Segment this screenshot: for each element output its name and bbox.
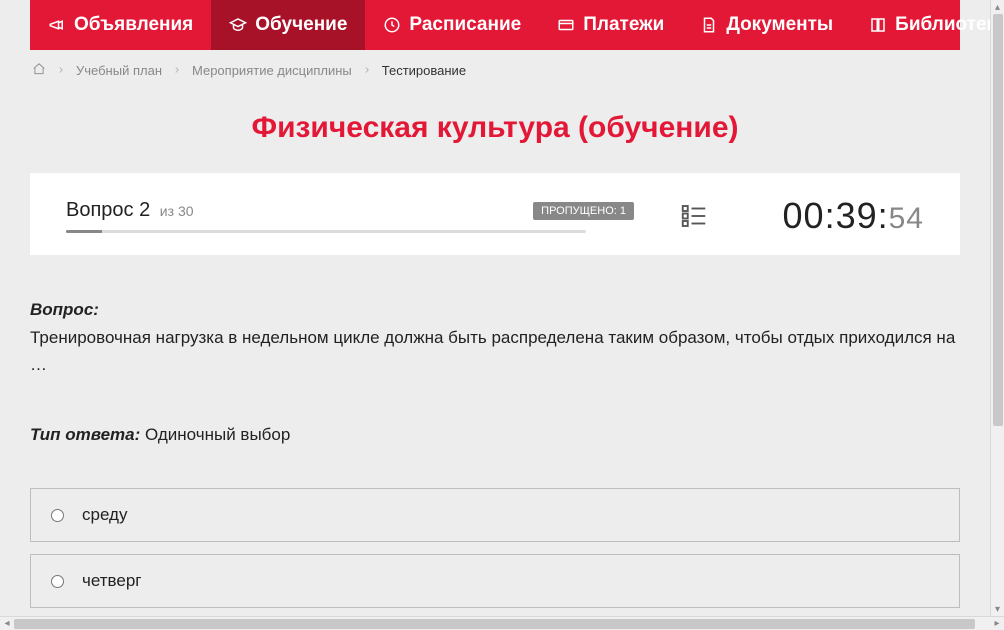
progress-bar [66, 230, 586, 233]
nav-item-education[interactable]: Обучение [211, 0, 365, 50]
megaphone-icon [48, 16, 66, 34]
main-nav: Объявления Обучение Расписание Платежи [30, 0, 960, 50]
graduation-cap-icon [229, 16, 247, 34]
answer-type-label: Тип ответа: [30, 425, 140, 444]
scroll-track[interactable] [991, 14, 1004, 602]
option-label: среду [82, 505, 127, 525]
breadcrumb-item[interactable]: Учебный план [76, 63, 162, 78]
answer-option[interactable]: четверг [30, 554, 960, 608]
scroll-thumb[interactable] [14, 619, 975, 629]
question-list-button[interactable] [674, 201, 714, 231]
nav-label: Расписание [409, 14, 521, 36]
status-panel: Вопрос 2 из 30 ПРОПУЩЕНО: 1 00 [30, 173, 960, 255]
page-title: Физическая культура (обучение) [0, 111, 990, 145]
question-body: Вопрос: Тренировочная нагрузка в недельн… [30, 297, 960, 448]
question-prompt-label: Вопрос: [30, 300, 99, 319]
radio-input[interactable] [51, 575, 64, 588]
credit-card-icon [557, 16, 575, 34]
breadcrumb: Учебный план Мероприятие дисциплины Тест… [0, 50, 990, 79]
nav-label: Библиотека [895, 14, 990, 36]
chevron-right-icon [56, 63, 66, 78]
scroll-left-arrow[interactable]: ◂ [0, 617, 14, 630]
question-progress: Вопрос 2 из 30 ПРОПУЩЕНО: 1 [66, 199, 634, 233]
scroll-down-arrow[interactable]: ▾ [991, 602, 1004, 616]
breadcrumb-item-current: Тестирование [382, 63, 466, 78]
document-icon [700, 16, 718, 34]
nav-label: Обучение [255, 14, 347, 36]
chevron-right-icon [172, 63, 182, 78]
book-icon [869, 16, 887, 34]
scroll-thumb[interactable] [993, 14, 1003, 426]
chevron-right-icon [362, 63, 372, 78]
breadcrumb-item[interactable]: Мероприятие дисциплины [192, 63, 352, 78]
scroll-right-arrow[interactable]: ▸ [990, 617, 1004, 630]
nav-label: Платежи [583, 14, 664, 36]
nav-item-schedule[interactable]: Расписание [365, 0, 539, 50]
scroll-up-arrow[interactable]: ▴ [991, 0, 1004, 14]
nav-label: Объявления [74, 14, 193, 36]
radio-input[interactable] [51, 509, 64, 522]
answer-option[interactable]: среду [30, 488, 960, 542]
timer: 00:39:54 [754, 195, 924, 237]
home-icon[interactable] [32, 62, 46, 79]
answer-options: среду четверг [30, 488, 960, 616]
answer-type-value: Одиночный выбор [145, 425, 290, 444]
clock-icon [383, 16, 401, 34]
nav-item-payments[interactable]: Платежи [539, 0, 682, 50]
horizontal-scrollbar[interactable]: ◂ ▸ [0, 616, 1004, 630]
nav-label: Документы [726, 14, 833, 36]
question-number-label: Вопрос 2 из 30 [66, 199, 194, 222]
option-label: четверг [82, 571, 141, 591]
vertical-scrollbar[interactable]: ▴ ▾ [990, 0, 1004, 616]
progress-fill [66, 230, 102, 233]
scroll-track[interactable] [14, 617, 990, 630]
missed-badge: ПРОПУЩЕНО: 1 [533, 202, 634, 220]
question-prompt-text: Тренировочная нагрузка в недельном цикле… [30, 325, 960, 378]
nav-item-library[interactable]: Библиотека [851, 0, 990, 50]
nav-item-documents[interactable]: Документы [682, 0, 851, 50]
nav-item-announcements[interactable]: Объявления [30, 0, 211, 50]
